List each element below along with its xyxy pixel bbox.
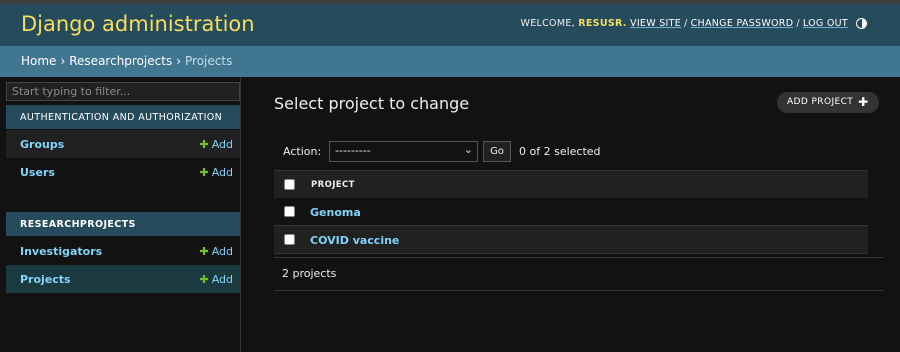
add-projects-link[interactable]: ✚ Add [199, 273, 233, 286]
change-password-link[interactable]: CHANGE PASSWORD [691, 18, 794, 29]
plus-icon: ✚ [199, 138, 209, 151]
row-checkbox[interactable] [284, 234, 295, 245]
welcome-text: WELCOME, [520, 18, 575, 29]
add-project-label: ADD PROJECT [787, 97, 854, 107]
plus-icon: ✚ [199, 245, 209, 258]
sidebar-item-groups[interactable]: Groups ✚ Add [6, 130, 240, 158]
app-caption-researchprojects[interactable]: RESEARCHPROJECTS [6, 212, 240, 236]
breadcrumb-separator: › [176, 54, 182, 68]
action-selected-value: --------- [335, 144, 371, 157]
add-project-button[interactable]: ADD PROJECT ✚ [777, 92, 879, 113]
action-label: Action: [283, 145, 322, 158]
action-select[interactable]: --------- ⌄ [329, 141, 478, 162]
site-brand[interactable]: Django administration [21, 12, 255, 36]
table-header: PROJECT [274, 170, 868, 198]
separator: / [684, 18, 688, 29]
add-investigators-link[interactable]: ✚ Add [199, 245, 233, 258]
nav-filter-input[interactable] [6, 82, 240, 101]
project-link[interactable]: Genoma [310, 206, 361, 219]
separator: / [796, 18, 800, 29]
view-site-link[interactable]: VIEW SITE [630, 18, 681, 29]
log-out-link[interactable]: LOG OUT [803, 18, 848, 29]
username: RESUSR. [578, 18, 627, 29]
breadcrumb: Home › Researchprojects › Projects [0, 46, 900, 77]
model-link-investigators[interactable]: Investigators [20, 245, 102, 258]
actions-bar: Action: --------- ⌄ Go 0 of 2 selected [274, 139, 868, 169]
select-all-checkbox[interactable] [284, 179, 295, 190]
breadcrumb-separator: › [60, 54, 66, 68]
plus-icon: ✚ [199, 273, 209, 286]
contrast-icon[interactable] [856, 18, 867, 29]
plus-icon: ✚ [858, 95, 869, 109]
plus-icon: ✚ [199, 166, 209, 179]
site-header: Django administration WELCOME, RESUSR. V… [0, 4, 900, 46]
page-title: Select project to change [274, 94, 470, 113]
sidebar-item-investigators[interactable]: Investigators ✚ Add [6, 237, 240, 265]
sidebar-item-projects[interactable]: Projects ✚ Add [6, 265, 240, 293]
add-groups-link[interactable]: ✚ Add [199, 138, 233, 151]
go-button[interactable]: Go [483, 141, 511, 162]
app-caption-auth[interactable]: AUTHENTICATION AND AUTHORIZATION [6, 105, 240, 129]
column-header-project[interactable]: PROJECT [311, 180, 355, 190]
breadcrumb-current: Projects [185, 54, 233, 68]
breadcrumb-researchprojects[interactable]: Researchprojects [69, 54, 172, 68]
user-tools: WELCOME, RESUSR. VIEW SITE / CHANGE PASSWO… [521, 18, 848, 29]
row-checkbox[interactable] [284, 206, 295, 217]
add-users-link[interactable]: ✚ Add [199, 166, 233, 179]
project-link[interactable]: COVID vaccine [310, 234, 399, 247]
nav-sidebar: AUTHENTICATION AND AUTHORIZATION Groups … [0, 77, 241, 352]
sidebar-item-users[interactable]: Users ✚ Add [6, 158, 240, 186]
breadcrumb-home[interactable]: Home [21, 54, 56, 68]
model-link-projects[interactable]: Projects [20, 273, 71, 286]
model-link-groups[interactable]: Groups [20, 138, 64, 151]
table-row: Genoma [274, 198, 868, 226]
model-link-users[interactable]: Users [20, 166, 55, 179]
paginator: 2 projects [274, 257, 884, 291]
result-list: PROJECT Genoma COVID vaccine [274, 170, 868, 254]
table-row: COVID vaccine [274, 226, 868, 254]
selection-counter: 0 of 2 selected [519, 145, 601, 158]
content-main: Select project to change ADD PROJECT ✚ Ac… [242, 77, 900, 352]
chevron-down-icon: ⌄ [463, 143, 473, 156]
